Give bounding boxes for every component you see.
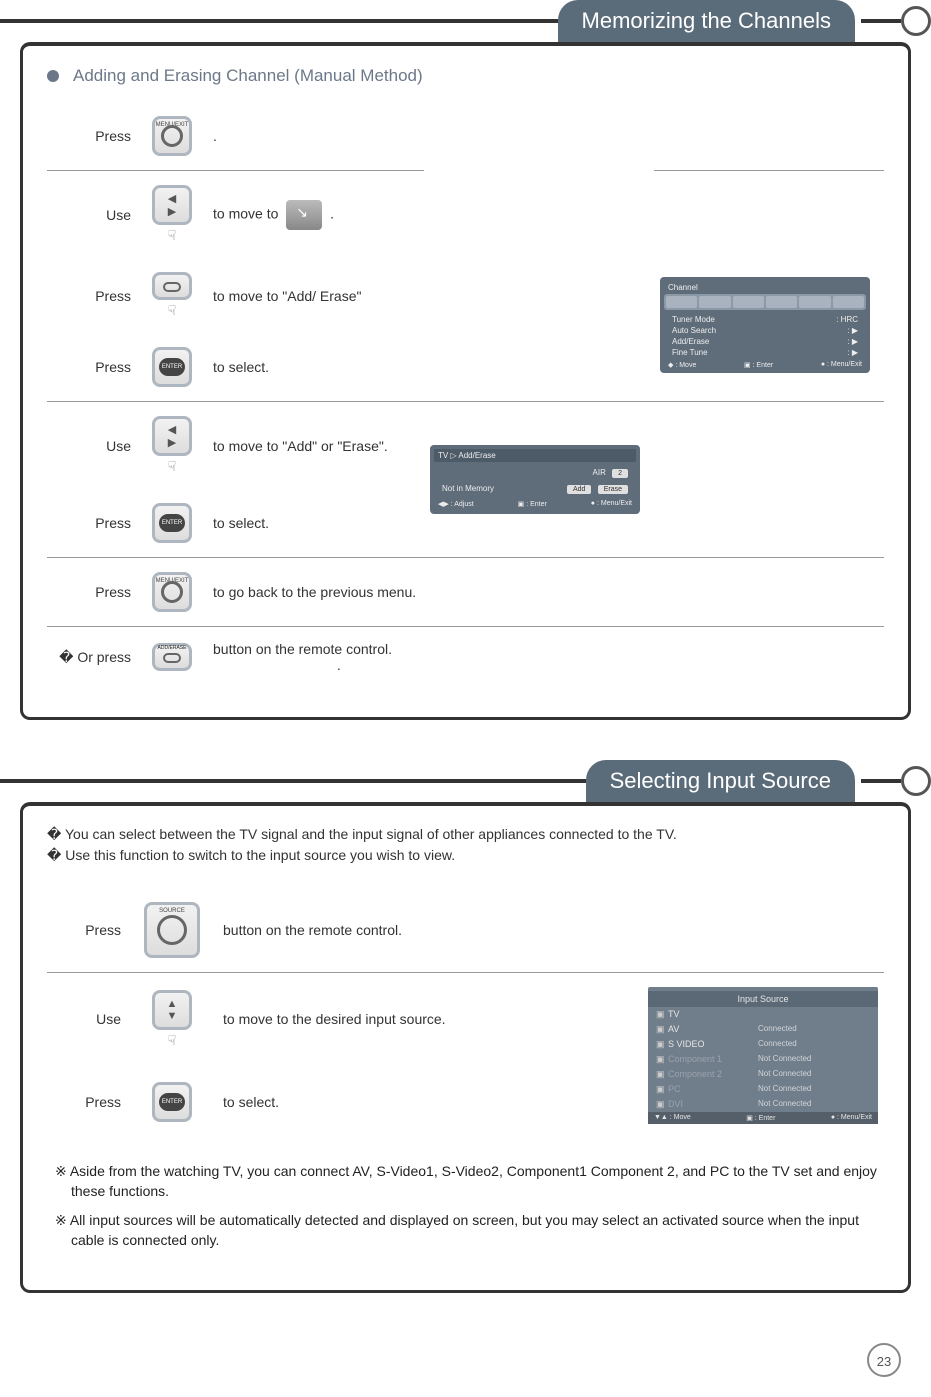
step-text: button on the remote control. <box>213 641 392 657</box>
subhead: Adding and Erasing Channel (Manual Metho… <box>47 66 884 86</box>
hand-icon: ☟ <box>143 458 201 475</box>
step-row: Press MENU/EXIT to go back to the previo… <box>47 558 884 627</box>
intro-block: � You can select between the TV signal a… <box>47 826 884 864</box>
step-label: Use <box>47 973 127 1066</box>
enter-button-icon: ENTER <box>152 1082 192 1122</box>
osd-add-erase: TV ▷ Add/Erase AIR 2 Not in Memory Add E… <box>430 445 640 514</box>
step-label: Press <box>47 102 137 171</box>
section-header-inputsrc: Selecting Input Source <box>0 760 931 802</box>
up-down-button-icon: ▲▼ <box>152 990 192 1030</box>
note-line: ※ Aside from the watching TV, you can co… <box>47 1162 884 1201</box>
content-memorizing: Adding and Erasing Channel (Manual Metho… <box>20 42 911 720</box>
step-label: Press <box>47 489 137 558</box>
step-label: Press <box>47 333 137 402</box>
hand-icon: ☟ <box>133 1032 211 1049</box>
step-text: to select. <box>207 489 424 558</box>
header-hub-icon <box>861 766 931 796</box>
hand-icon: ☟ <box>143 227 201 244</box>
enter-button-icon: ENTER <box>152 503 192 543</box>
step-trail: . <box>337 657 341 673</box>
channel-menu-icon <box>286 200 322 230</box>
step-label: Press <box>47 888 127 973</box>
step-text: to select. <box>207 333 424 402</box>
step-text: . <box>207 102 424 171</box>
menu-button-icon: MENU/EXIT <box>152 116 192 156</box>
step-row: � Or press ADD/ERASE button on the remot… <box>47 627 884 688</box>
step-label: Press <box>47 1066 127 1138</box>
step-row: Press SOURCE button on the remote contro… <box>47 888 884 973</box>
step-label: Press <box>47 558 137 627</box>
step-row: Use ▲▼ ☟ to move to the desired input so… <box>47 973 884 1066</box>
content-inputsrc: � You can select between the TV signal a… <box>20 802 911 1293</box>
subhead-text: Adding and Erasing Channel (Manual Metho… <box>73 66 423 86</box>
left-right-button-icon: ◀ ▶ <box>152 416 192 456</box>
step-text: to select. <box>217 1066 642 1138</box>
header-hub-icon <box>861 6 931 36</box>
step-text: to move to "Add/ Erase" <box>207 258 424 333</box>
page-footer: 23 <box>0 1333 931 1397</box>
intro-line: � You can select between the TV signal a… <box>47 826 884 843</box>
step-text-a: to move to <box>213 205 278 221</box>
steps-table-memorizing: Press MENU/EXIT . Use ◀ ▶ ☟ to move to <box>47 102 884 687</box>
step-text: to move to the desired input source. <box>217 973 642 1066</box>
add-erase-button-icon: ADD/ERASE <box>152 643 192 671</box>
osd-input-source: Input Source ▣TV ▣AVConnected ▣S VIDEOCo… <box>648 987 878 1124</box>
bullet-icon <box>47 70 59 82</box>
hand-icon: ☟ <box>143 302 201 319</box>
header-title-inputsrc: Selecting Input Source <box>586 760 855 802</box>
step-label: Use <box>47 171 137 259</box>
step-text: to go back to the previous menu. <box>207 558 424 627</box>
enter-button-icon: ENTER <box>152 347 192 387</box>
page-number: 23 <box>867 1343 901 1377</box>
step-row: Press MENU/EXIT . <box>47 102 884 171</box>
source-button-icon: SOURCE <box>144 902 200 958</box>
step-label: Use <box>47 402 137 490</box>
step-row: Use ◀ ▶ ☟ to move to "Add" or "Erase". T… <box>47 402 884 490</box>
step-text: button on the remote control. <box>217 888 642 973</box>
down-button-icon <box>152 272 192 300</box>
header-title-memorizing: Memorizing the Channels <box>558 0 855 42</box>
note-line: ※ All input sources will be automaticall… <box>47 1211 884 1250</box>
step-label: Press <box>47 258 137 333</box>
menu-button-icon: MENU/EXIT <box>152 572 192 612</box>
step-text-b: . <box>330 205 334 221</box>
osd-channel-menu: Channel Tuner Mode: HRC Auto Search: ▶ A… <box>660 277 870 373</box>
section-header-memorizing: Memorizing the Channels <box>0 0 931 42</box>
step-label: � Or press <box>47 627 137 688</box>
left-right-button-icon: ◀ ▶ <box>152 185 192 225</box>
notes-block: ※ Aside from the watching TV, you can co… <box>47 1162 884 1250</box>
steps-table-inputsrc: Press SOURCE button on the remote contro… <box>47 888 884 1138</box>
intro-line: � Use this function to switch to the inp… <box>47 847 884 864</box>
step-text: to move to "Add" or "Erase". <box>207 402 424 490</box>
